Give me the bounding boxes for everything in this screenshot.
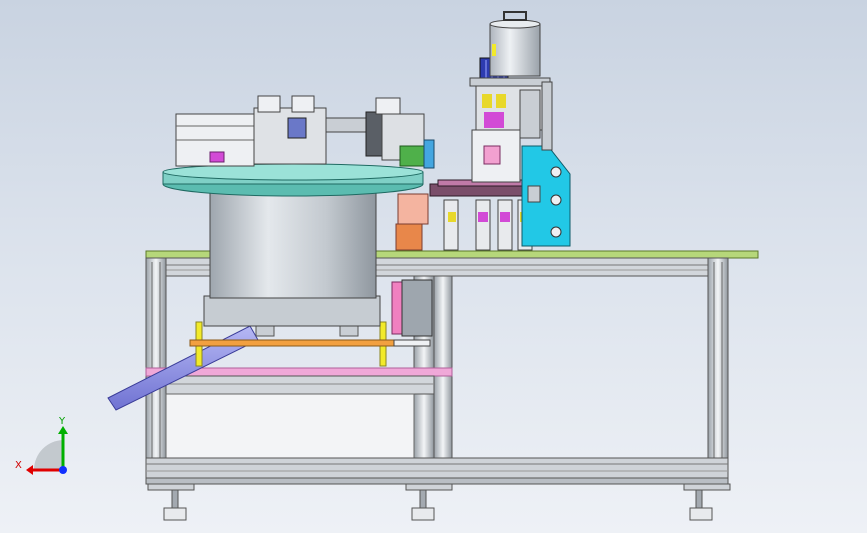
leg-mid-2 (433, 275, 453, 485)
cabinet-panel (165, 393, 415, 459)
bowl-stand (189, 321, 395, 367)
leveling-feet (147, 483, 731, 521)
triad-y-label: Y (58, 416, 66, 427)
cad-graphics-area[interactable]: Y X (0, 0, 867, 533)
z-axis-dot (59, 466, 67, 474)
lower-rail (145, 457, 729, 479)
middle-rail (165, 375, 435, 395)
vibratory-bowl-feeder (162, 163, 424, 327)
triad-x-label: X (15, 460, 22, 471)
vibrator-drive (391, 279, 433, 347)
coordinate-triad: Y X (15, 416, 68, 475)
top-feeder-assembly (175, 95, 435, 169)
machine-model[interactable]: Y X (0, 0, 867, 533)
leg-right (707, 257, 729, 485)
